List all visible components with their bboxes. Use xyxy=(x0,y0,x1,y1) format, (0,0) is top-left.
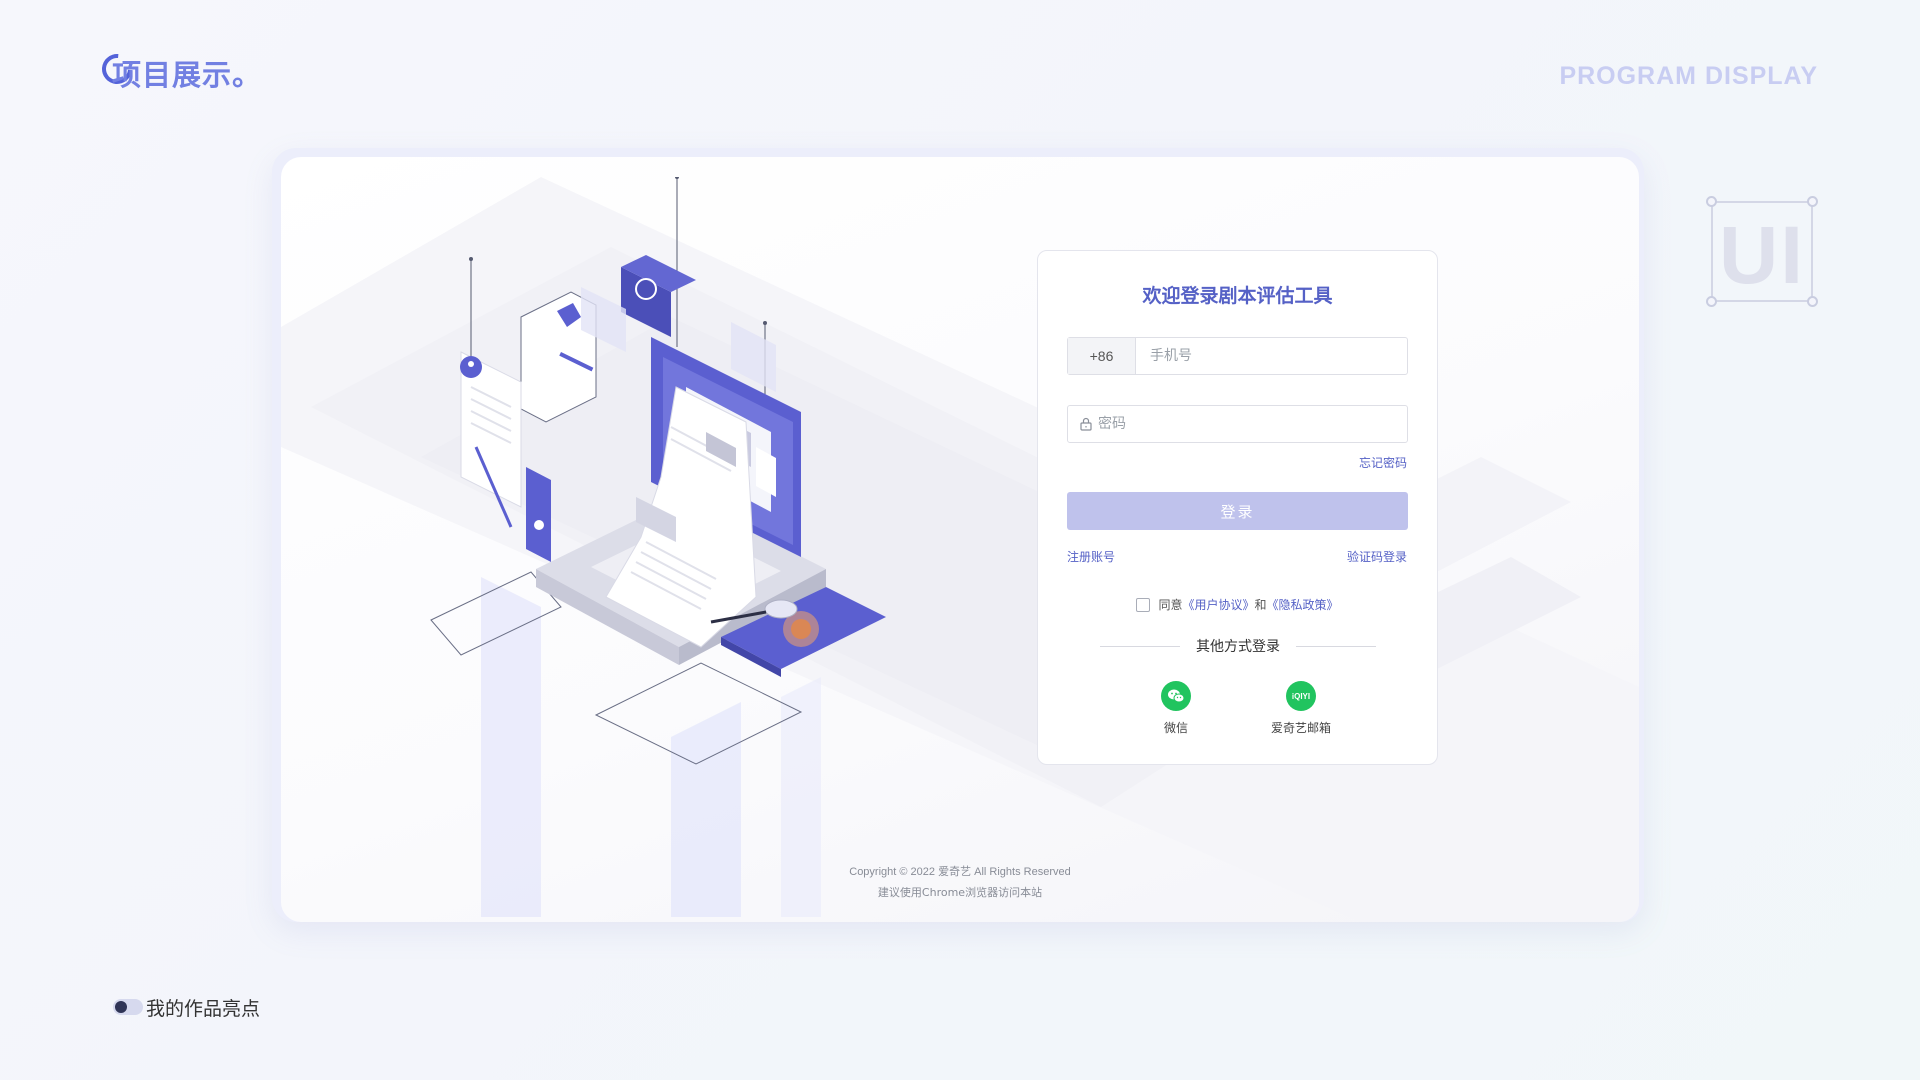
agree-checkbox[interactable] xyxy=(1136,597,1151,612)
wechat-icon[interactable] xyxy=(1161,681,1191,711)
iqiyi-mail-login-option[interactable]: iQIYI 爱奇艺邮箱 xyxy=(1251,681,1351,736)
ui-deco-frame: UI xyxy=(1706,196,1818,307)
other-methods-divider: 其他方式登录 xyxy=(1100,636,1376,656)
highlight-toggle[interactable] xyxy=(113,999,143,1015)
iqiyi-logo-text: iQIYI xyxy=(1291,691,1311,701)
program-display-title: PROGRAM DISPLAY xyxy=(1559,62,1818,90)
login-panel: 欢迎登录剧本评估工具 +86 忘记密码 登录 注册账号 验证码登录 同意 《用户… xyxy=(1037,250,1438,765)
divider-line xyxy=(1296,645,1376,647)
sms-login-link[interactable]: 验证码登录 xyxy=(1347,548,1407,565)
user-agreement-link[interactable]: 《用户协议》 xyxy=(1182,596,1254,613)
login-illustration xyxy=(430,177,886,917)
login-button[interactable]: 登录 xyxy=(1067,492,1408,530)
divider-line xyxy=(1100,645,1180,647)
iqiyi-mail-label: 爱奇艺邮箱 xyxy=(1270,721,1331,735)
password-field xyxy=(1067,405,1408,443)
agreement-row: 同意 《用户协议》 和 《隐私政策》 xyxy=(1038,596,1437,613)
other-methods-label: 其他方式登录 xyxy=(1196,639,1280,655)
frame-corner-handle xyxy=(1807,196,1818,207)
login-title: 欢迎登录剧本评估工具 xyxy=(1142,285,1333,307)
iqiyi-icon[interactable]: iQIYI xyxy=(1286,681,1316,711)
frame-corner-handle xyxy=(1706,196,1717,207)
agree-and: 和 xyxy=(1254,598,1267,612)
ui-deco-text: UI xyxy=(1719,210,1805,301)
browser-tip-text: 建议使用Chrome浏览器访问本站 xyxy=(877,886,1043,899)
phone-field: +86 xyxy=(1067,337,1408,375)
country-code-select[interactable]: +86 xyxy=(1068,338,1136,374)
brand: 项目展示。 xyxy=(95,47,263,94)
toggle-knob xyxy=(115,1001,127,1013)
works-highlight-caption: 我的作品亮点 xyxy=(146,998,261,1020)
privacy-policy-link[interactable]: 《隐私政策》 xyxy=(1267,596,1339,613)
brand-title: 项目展示。 xyxy=(112,58,263,92)
lock-icon xyxy=(1080,417,1092,431)
password-input[interactable] xyxy=(1092,406,1407,442)
phone-input[interactable] xyxy=(1136,338,1407,374)
wechat-login-option[interactable]: 微信 xyxy=(1126,681,1226,736)
register-link[interactable]: 注册账号 xyxy=(1067,548,1115,565)
wechat-label: 微信 xyxy=(1163,721,1188,735)
showcase-card: 欢迎登录剧本评估工具 +86 忘记密码 登录 注册账号 验证码登录 同意 《用户… xyxy=(281,157,1639,922)
copyright-text: Copyright © 2022 爱奇艺 All Rights Reserved xyxy=(849,866,1071,878)
agree-prefix: 同意 xyxy=(1158,598,1183,612)
forgot-password-link[interactable]: 忘记密码 xyxy=(1359,454,1407,471)
